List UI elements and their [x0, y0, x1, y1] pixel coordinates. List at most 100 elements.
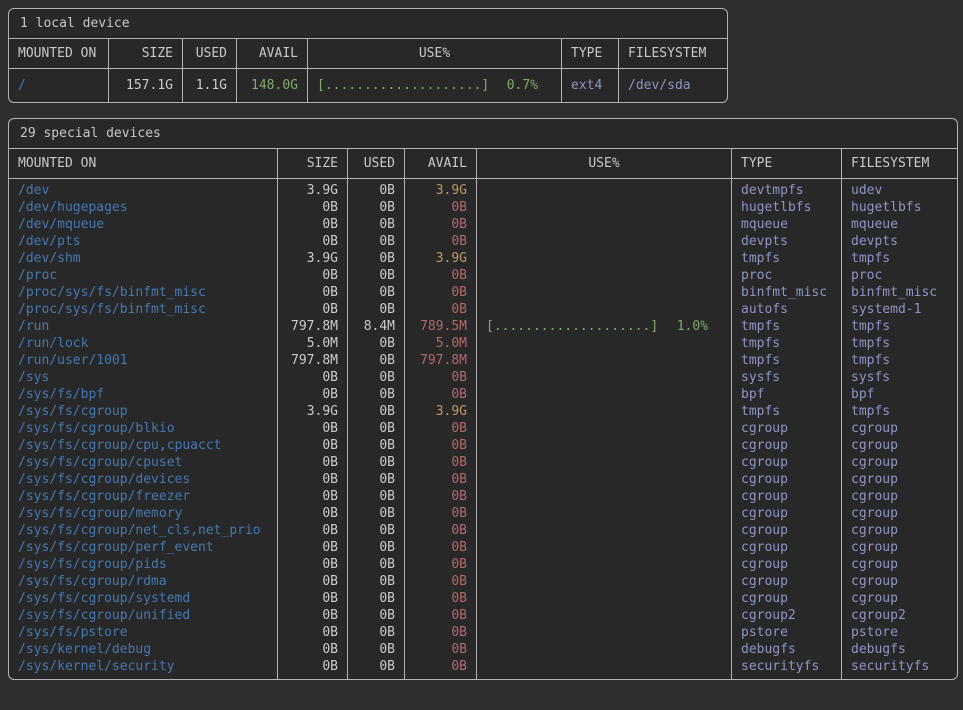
usage-bar: [....................] — [486, 318, 658, 335]
mount-point-cell: /run — [9, 318, 278, 335]
avail-cell: 0B — [405, 658, 477, 679]
type-cell: tmpfs — [732, 352, 842, 369]
type-cell: hugetlbfs — [732, 199, 842, 216]
usage-cell — [477, 522, 732, 539]
column-header-filesystem: FILESYSTEM — [842, 149, 957, 179]
usage-cell — [477, 437, 732, 454]
size-cell: 0B — [278, 556, 348, 573]
mount-point-cell: /sys/fs/cgroup/blkio — [9, 420, 278, 437]
usage-cell — [477, 454, 732, 471]
size-cell: 0B — [278, 539, 348, 556]
filesystem-cell: sysfs — [842, 369, 957, 386]
filesystem-cell: systemd-1 — [842, 301, 957, 318]
size-cell: 0B — [278, 454, 348, 471]
table-row: /sys/fs/cgroup/freezer0B0B0Bcgroupcgroup — [9, 488, 957, 505]
used-cell: 0B — [348, 403, 405, 420]
avail-cell: 0B — [405, 386, 477, 403]
used-cell: 0B — [348, 488, 405, 505]
mount-point-cell: /sys/fs/cgroup/cpuset — [9, 454, 278, 471]
mount-point-cell: /sys/fs/bpf — [9, 386, 278, 403]
size-cell: 157.1G — [109, 69, 183, 102]
used-cell: 0B — [348, 539, 405, 556]
size-cell: 0B — [278, 216, 348, 233]
filesystem-cell: cgroup — [842, 471, 957, 488]
table-row: /sys/fs/cgroup/net_cls,net_prio0B0B0Bcgr… — [9, 522, 957, 539]
column-header-use-: USE% — [477, 149, 732, 179]
mount-point-cell: /sys/fs/cgroup/memory — [9, 505, 278, 522]
table-row: /dev/pts0B0B0Bdevptsdevpts — [9, 233, 957, 250]
usage-cell: [....................]0.7% — [308, 69, 562, 102]
mount-point-cell: / — [9, 69, 109, 102]
terminal-screen[interactable]: 1 local device MOUNTED ONSIZEUSEDAVAILUS… — [0, 0, 963, 710]
type-cell: pstore — [732, 624, 842, 641]
filesystem-cell: tmpfs — [842, 250, 957, 267]
used-cell: 0B — [348, 352, 405, 369]
avail-cell: 0B — [405, 590, 477, 607]
column-header-size: SIZE — [278, 149, 348, 179]
usage-cell — [477, 250, 732, 267]
size-cell: 0B — [278, 233, 348, 250]
used-cell: 0B — [348, 658, 405, 679]
used-cell: 0B — [348, 505, 405, 522]
size-cell: 0B — [278, 284, 348, 301]
size-cell: 5.0M — [278, 335, 348, 352]
table-body: /dev3.9G0B3.9Gdevtmpfsudev/dev/hugepages… — [9, 179, 957, 679]
filesystem-cell: cgroup — [842, 556, 957, 573]
filesystem-cell: cgroup — [842, 539, 957, 556]
mount-point-cell: /proc/sys/fs/binfmt_misc — [9, 301, 278, 318]
used-cell: 0B — [348, 522, 405, 539]
size-cell: 0B — [278, 641, 348, 658]
usage-percent: 1.0% — [677, 318, 708, 335]
avail-cell: 3.9G — [405, 179, 477, 199]
column-header-used: USED — [183, 39, 237, 69]
avail-cell: 0B — [405, 488, 477, 505]
column-header-type: TYPE — [562, 39, 619, 69]
type-cell: devtmpfs — [732, 179, 842, 199]
type-cell: tmpfs — [732, 403, 842, 420]
table-row: /sys/kernel/debug0B0B0Bdebugfsdebugfs — [9, 641, 957, 658]
mount-point-cell: /sys/fs/pstore — [9, 624, 278, 641]
usage-cell — [477, 403, 732, 420]
table-row: /sys/fs/cgroup/pids0B0B0Bcgroupcgroup — [9, 556, 957, 573]
mount-point-cell: /dev/hugepages — [9, 199, 278, 216]
usage-cell — [477, 179, 732, 199]
table-row: /proc/sys/fs/binfmt_misc0B0B0Bbinfmt_mis… — [9, 284, 957, 301]
filesystem-cell: cgroup2 — [842, 607, 957, 624]
type-cell: mqueue — [732, 216, 842, 233]
usage-cell — [477, 216, 732, 233]
mount-point-cell: /sys/fs/cgroup/perf_event — [9, 539, 278, 556]
used-cell: 0B — [348, 216, 405, 233]
type-cell: cgroup — [732, 539, 842, 556]
size-cell: 0B — [278, 573, 348, 590]
filesystem-cell: cgroup — [842, 454, 957, 471]
filesystem-cell: bpf — [842, 386, 957, 403]
type-cell: cgroup — [732, 437, 842, 454]
type-cell: devpts — [732, 233, 842, 250]
filesystem-cell: devpts — [842, 233, 957, 250]
size-cell: 0B — [278, 386, 348, 403]
used-cell: 0B — [348, 590, 405, 607]
filesystem-cell: binfmt_misc — [842, 284, 957, 301]
avail-cell: 797.8M — [405, 352, 477, 369]
usage-cell — [477, 233, 732, 250]
usage-cell — [477, 573, 732, 590]
usage-cell — [477, 641, 732, 658]
mount-point-cell: /dev/mqueue — [9, 216, 278, 233]
size-cell: 0B — [278, 607, 348, 624]
table-row: /sys/fs/cgroup/rdma0B0B0Bcgroupcgroup — [9, 573, 957, 590]
mount-point-cell: /sys/fs/cgroup/unified — [9, 607, 278, 624]
column-header-mounted-on: MOUNTED ON — [9, 39, 109, 69]
table-row: /sys/kernel/security0B0B0Bsecurityfssecu… — [9, 658, 957, 679]
mount-point-cell: /sys/fs/cgroup/cpu,cpuacct — [9, 437, 278, 454]
table-row: /sys/fs/cgroup/cpuset0B0B0Bcgroupcgroup — [9, 454, 957, 471]
type-cell: cgroup — [732, 505, 842, 522]
mount-point-cell: /run/lock — [9, 335, 278, 352]
filesystem-cell: cgroup — [842, 420, 957, 437]
used-cell: 0B — [348, 607, 405, 624]
avail-cell: 0B — [405, 437, 477, 454]
usage-cell — [477, 539, 732, 556]
avail-cell: 0B — [405, 539, 477, 556]
mount-point-cell: /dev/pts — [9, 233, 278, 250]
avail-cell: 3.9G — [405, 250, 477, 267]
local-devices-table: 1 local device MOUNTED ONSIZEUSEDAVAILUS… — [8, 8, 728, 103]
